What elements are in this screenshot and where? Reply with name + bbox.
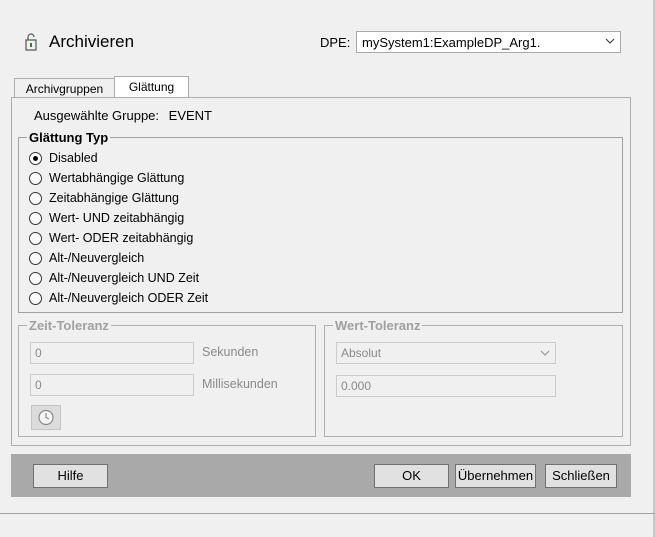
radio-button[interactable]	[29, 212, 42, 225]
time-picker-button[interactable]	[31, 405, 61, 430]
radio-label: Wertabhängige Glättung	[49, 171, 185, 185]
value-tolerance-legend: Wert-Toleranz	[335, 318, 421, 333]
chevron-down-icon	[540, 350, 550, 356]
time-tolerance-legend: Zeit-Toleranz	[29, 318, 109, 333]
tab-glaettung[interactable]: Glättung	[114, 76, 189, 98]
page-title: Archivieren	[49, 32, 135, 51]
help-button[interactable]: Hilfe	[33, 464, 108, 488]
selected-group: Ausgewählte Gruppe: EVENT	[34, 108, 212, 123]
clock-icon	[38, 409, 54, 426]
tolerance-mode-value: Absolut	[341, 346, 382, 360]
dpe-select-value: mySystem1:ExampleDP_Arg1.	[362, 35, 541, 50]
window-divider	[0, 513, 655, 514]
radio-label: Disabled	[49, 151, 98, 165]
selected-group-value: EVENT	[168, 108, 212, 123]
radio-button[interactable]	[29, 292, 42, 305]
radio-button[interactable]	[29, 272, 42, 285]
radio-button[interactable]	[29, 192, 42, 205]
chevron-down-icon	[605, 38, 615, 44]
radio-button[interactable]	[29, 252, 42, 265]
help-button-label: Hilfe	[57, 468, 84, 483]
radio-label: Alt-/Neuvergleich	[49, 251, 145, 265]
radio-label: Alt-/Neuvergleich ODER Zeit	[49, 291, 209, 305]
apply-button-label: Übernehmen	[457, 468, 534, 483]
apply-button[interactable]: Übernehmen	[455, 464, 536, 488]
smoothing-type-legend: Glättung Typ	[29, 130, 109, 145]
radio-label: Alt-/Neuvergleich UND Zeit	[49, 271, 200, 285]
tolerance-mode-select[interactable]: Absolut	[336, 342, 556, 364]
dpe-label: DPE:	[320, 35, 351, 50]
dpe-select[interactable]: mySystem1:ExampleDP_Arg1.	[356, 31, 621, 53]
ok-button[interactable]: OK	[374, 464, 449, 488]
seconds-input[interactable]: 0	[30, 342, 194, 364]
milliseconds-input[interactable]: 0	[30, 374, 194, 396]
close-button-label: Schließen	[552, 468, 610, 483]
radio-button[interactable]	[29, 232, 42, 245]
close-button[interactable]: Schließen	[545, 464, 617, 488]
ok-button-label: OK	[402, 468, 421, 483]
tab-archivgruppen[interactable]: Archivgruppen	[14, 78, 115, 98]
radio-button[interactable]	[29, 172, 42, 185]
radio-label: Wert- ODER zeitabhängig	[49, 231, 194, 245]
radio-label: Zeitabhängige Glättung	[49, 191, 179, 205]
tolerance-value-input[interactable]: 0.000	[336, 375, 556, 397]
radio-button-checked[interactable]	[29, 152, 42, 165]
selected-group-label: Ausgewählte Gruppe:	[34, 108, 160, 123]
milliseconds-label: Millisekunden	[202, 377, 278, 391]
archive-lock-icon	[25, 33, 37, 51]
radio-label: Wert- UND zeitabhängig	[49, 211, 185, 225]
seconds-label: Sekunden	[202, 345, 259, 359]
